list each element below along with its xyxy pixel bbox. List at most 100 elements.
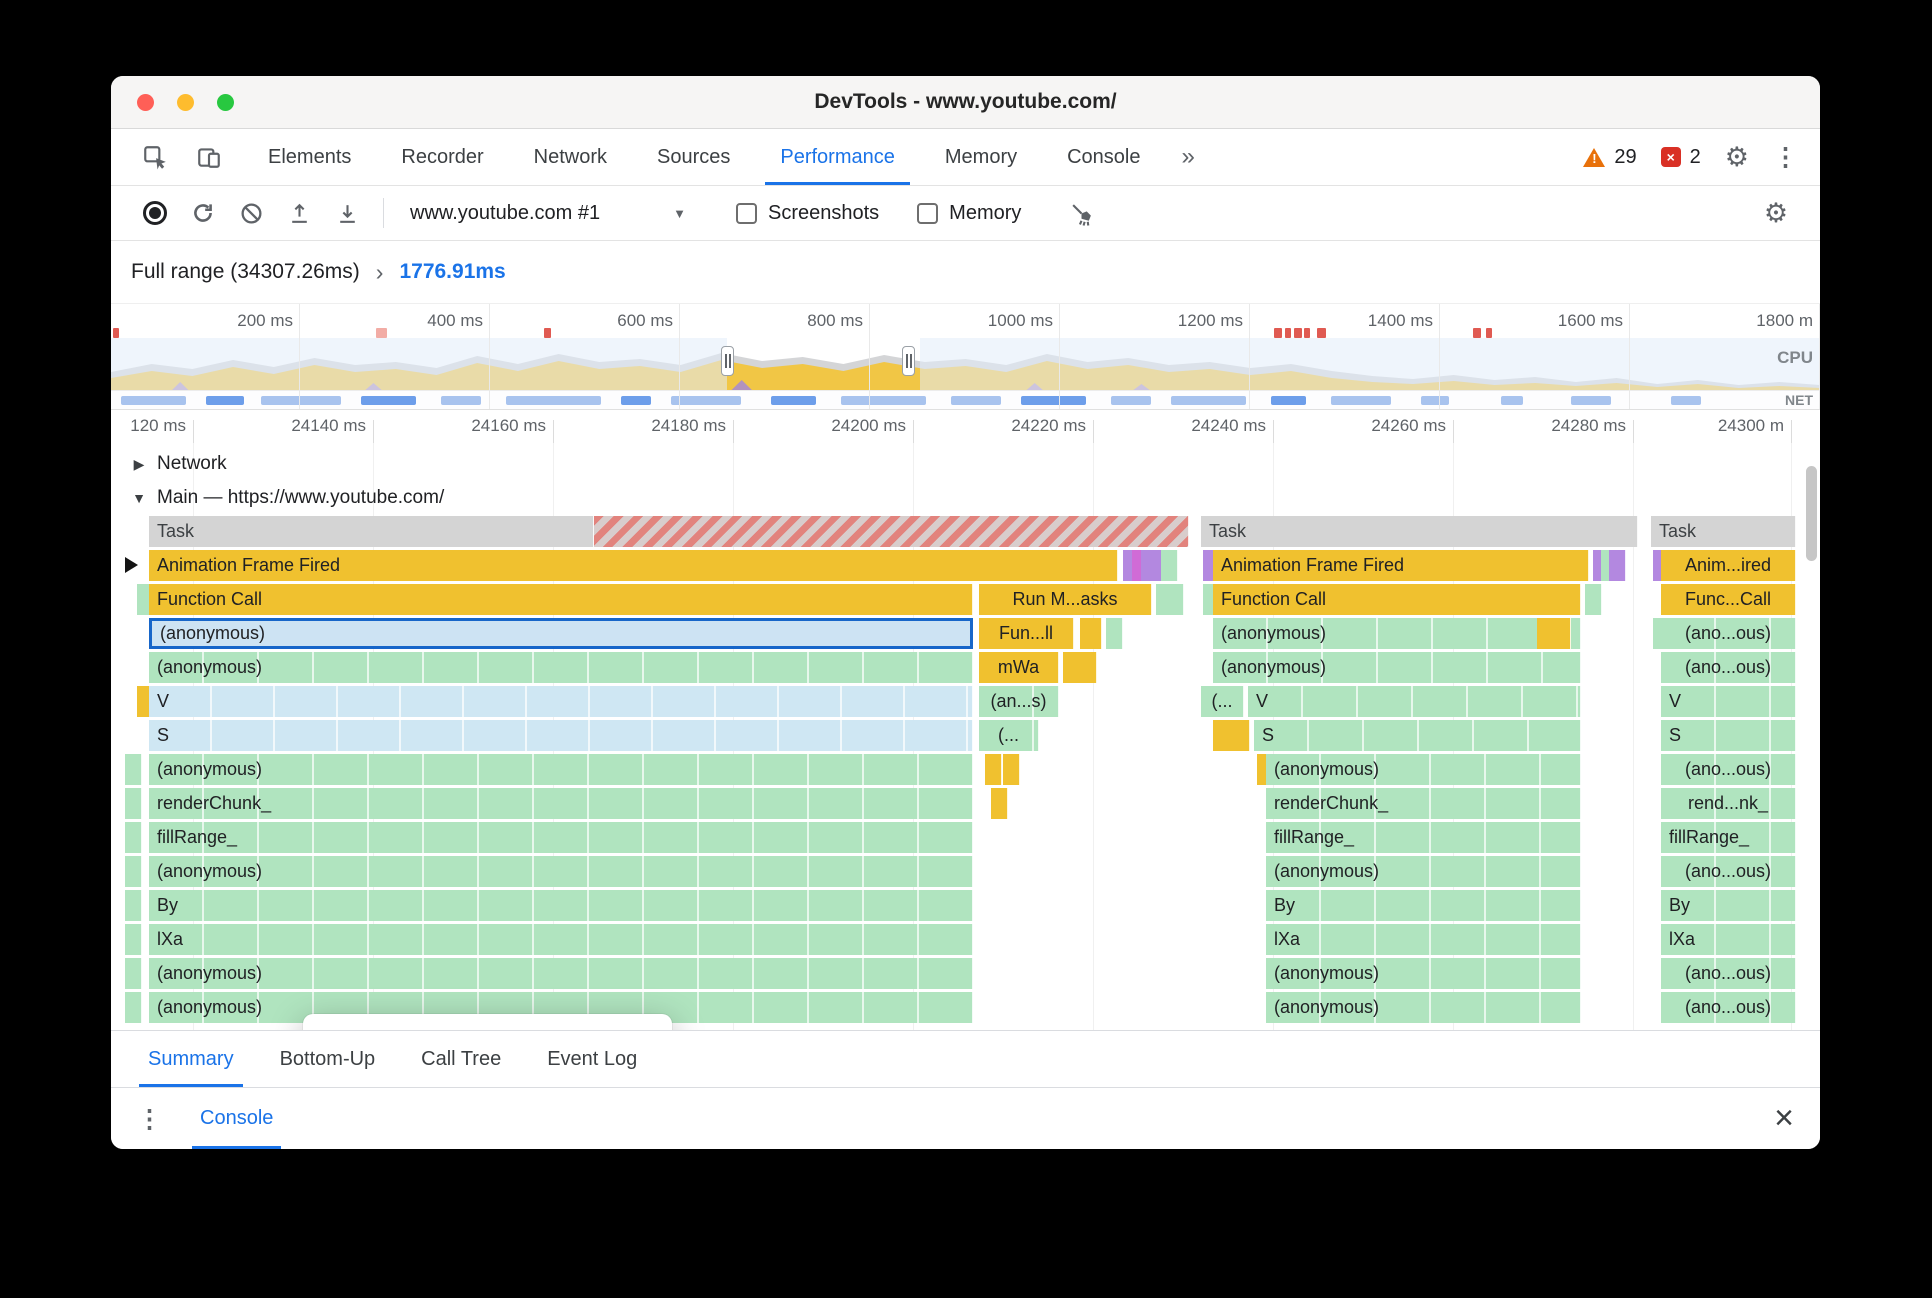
flame-segment-fillrange[interactable]: fillRange_ bbox=[1266, 822, 1581, 853]
more-tabs-icon[interactable]: » bbox=[1166, 129, 1211, 185]
flame-segment-anonymous[interactable]: (anonymous) bbox=[1213, 618, 1581, 649]
zoom-button[interactable] bbox=[217, 93, 234, 111]
flame-segment-anonymous[interactable]: (anonymous) bbox=[1213, 652, 1581, 683]
minimize-button[interactable] bbox=[177, 93, 194, 111]
flame-segment-anonymous[interactable]: (anonymous) bbox=[149, 856, 973, 887]
flame-segment[interactable] bbox=[1213, 720, 1250, 751]
flame-segment-lxa[interactable]: lXa bbox=[1661, 924, 1796, 955]
flame-segment-run-m-asks[interactable]: Run M...asks bbox=[979, 584, 1152, 615]
tab-recorder[interactable]: Recorder bbox=[376, 129, 508, 185]
flame-segment-anonymous[interactable]: (anonymous) bbox=[1266, 992, 1581, 1023]
menu-item-hide-function[interactable]: Hide functionH bbox=[303, 1028, 672, 1030]
main-track-header[interactable]: ▼ Main — https://www.youtube.com/ bbox=[123, 481, 444, 515]
flame-segment[interactable] bbox=[1167, 584, 1184, 615]
flame-segment[interactable] bbox=[125, 822, 142, 853]
panel-settings-button[interactable]: ⚙ bbox=[1754, 192, 1798, 234]
flame-segment-anonymous[interactable]: (anonymous) bbox=[149, 754, 973, 785]
tab-network[interactable]: Network bbox=[509, 129, 632, 185]
flame-segment-anonymous[interactable]: (anonymous) bbox=[149, 652, 973, 683]
flame-segment-item[interactable]: (... bbox=[979, 720, 1039, 751]
flame-segment[interactable] bbox=[1106, 618, 1123, 649]
vertical-scrollbar[interactable] bbox=[1806, 466, 1817, 561]
flame-segment-func-call[interactable]: Func...Call bbox=[1661, 584, 1796, 615]
flame-segment-fillrange[interactable]: fillRange_ bbox=[149, 822, 973, 853]
flame-segment[interactable] bbox=[1537, 618, 1571, 649]
flame-segment-ano-ous[interactable]: (ano...ous) bbox=[1661, 754, 1796, 785]
disclosure-expanded-icon[interactable]: ▼ bbox=[129, 490, 149, 506]
flamechart-viewport[interactable]: ▶ Network ▼ Main — https://www.youtube.c… bbox=[111, 443, 1820, 1030]
flame-segment-task[interactable]: Task bbox=[1201, 516, 1638, 547]
save-profile-button[interactable] bbox=[325, 192, 369, 234]
disclosure-collapsed-icon[interactable]: ▶ bbox=[129, 456, 149, 473]
flame-segment-v[interactable]: V bbox=[1661, 686, 1796, 717]
breadcrumb-selected-range[interactable]: 1776.91ms bbox=[399, 260, 505, 284]
flame-segment[interactable] bbox=[1585, 584, 1602, 615]
flame-segment[interactable] bbox=[125, 788, 142, 819]
flame-segment[interactable] bbox=[125, 856, 142, 887]
warnings-indicator[interactable]: 29 bbox=[1583, 146, 1637, 169]
settings-gear-icon[interactable]: ⚙ bbox=[1725, 143, 1749, 171]
flame-segment-anim-ired[interactable]: Anim...ired bbox=[1661, 550, 1796, 581]
flame-segment-ano-ous[interactable]: (ano...ous) bbox=[1661, 618, 1796, 649]
collect-garbage-button[interactable] bbox=[1059, 192, 1103, 234]
flame-segment-mwa[interactable]: mWa bbox=[979, 652, 1059, 683]
range-handle-left[interactable] bbox=[721, 346, 734, 376]
drawer-kebab-menu-icon[interactable]: ⋮ bbox=[137, 1088, 162, 1149]
load-profile-button[interactable] bbox=[277, 192, 321, 234]
detail-tab-summary[interactable]: Summary bbox=[125, 1031, 257, 1087]
screenshots-checkbox[interactable] bbox=[736, 202, 757, 224]
inspect-element-icon[interactable] bbox=[135, 137, 175, 177]
record-button[interactable] bbox=[133, 192, 177, 234]
flame-segment[interactable] bbox=[985, 754, 1002, 785]
flame-segment[interactable] bbox=[1063, 652, 1097, 683]
flame-segment[interactable] bbox=[1609, 550, 1626, 581]
flame-segment-ano-ous[interactable]: (ano...ous) bbox=[1661, 652, 1796, 683]
flame-segment[interactable] bbox=[125, 924, 142, 955]
kebab-menu-icon[interactable]: ⋮ bbox=[1773, 144, 1798, 170]
flame-segment[interactable] bbox=[1080, 618, 1102, 649]
clear-button[interactable] bbox=[229, 192, 273, 234]
flame-segment-anonymous[interactable]: (anonymous) bbox=[1266, 754, 1581, 785]
flame-segment-v[interactable]: V bbox=[149, 686, 973, 717]
close-button[interactable] bbox=[137, 93, 154, 111]
drawer-close-icon[interactable]: × bbox=[1774, 1088, 1794, 1149]
flame-segment-v[interactable]: V bbox=[1248, 686, 1581, 717]
flame-segment-rend-nk[interactable]: rend...nk_ bbox=[1661, 788, 1796, 819]
detail-tab-bottom-up[interactable]: Bottom-Up bbox=[257, 1031, 399, 1087]
flame-segment[interactable] bbox=[1003, 754, 1020, 785]
flame-segment-ano-ous[interactable]: (ano...ous) bbox=[1661, 992, 1796, 1023]
screenshots-toggle[interactable]: Screenshots bbox=[736, 202, 879, 225]
tab-memory[interactable]: Memory bbox=[920, 129, 1042, 185]
flame-segment-lxa[interactable]: lXa bbox=[1266, 924, 1581, 955]
tab-elements[interactable]: Elements bbox=[243, 129, 376, 185]
flame-segment-lxa[interactable]: lXa bbox=[149, 924, 973, 955]
reload-and-record-button[interactable] bbox=[181, 192, 225, 234]
detail-tab-call-tree[interactable]: Call Tree bbox=[398, 1031, 524, 1087]
errors-indicator[interactable]: × 2 bbox=[1660, 146, 1701, 169]
flame-segment-anonymous[interactable]: (anonymous) bbox=[1266, 856, 1581, 887]
drawer-tab-console[interactable]: Console bbox=[192, 1088, 282, 1149]
flame-segment-by[interactable]: By bbox=[1266, 890, 1581, 921]
flame-segment-function-call[interactable]: Function Call bbox=[1213, 584, 1581, 615]
flame-segment-s[interactable]: S bbox=[1661, 720, 1796, 751]
flame-segment-anonymous[interactable]: (anonymous) bbox=[1266, 958, 1581, 989]
flame-segment[interactable] bbox=[991, 788, 1008, 819]
device-toolbar-icon[interactable] bbox=[189, 137, 229, 177]
flame-segment-renderchunk[interactable]: renderChunk_ bbox=[1266, 788, 1581, 819]
history-select[interactable]: www.youtube.com #1 ▼ bbox=[398, 202, 698, 225]
flame-segment-fillrange[interactable]: fillRange_ bbox=[1661, 822, 1796, 853]
flame-segment-by[interactable]: By bbox=[149, 890, 973, 921]
tab-sources[interactable]: Sources bbox=[632, 129, 755, 185]
flame-segment-an-s[interactable]: (an...s) bbox=[979, 686, 1059, 717]
flame-segment[interactable] bbox=[594, 516, 1189, 547]
range-handle-right[interactable] bbox=[902, 346, 915, 376]
flame-segment-s[interactable]: S bbox=[1254, 720, 1581, 751]
flame-segment-anonymous[interactable]: (anonymous) bbox=[149, 618, 973, 649]
flame-segment-ano-ous[interactable]: (ano...ous) bbox=[1661, 958, 1796, 989]
flame-segment-animation-frame-fired[interactable]: Animation Frame Fired bbox=[1213, 550, 1589, 581]
flame-segment[interactable] bbox=[125, 890, 142, 921]
flame-segment-task[interactable]: Task bbox=[149, 516, 594, 547]
flame-segment[interactable] bbox=[125, 958, 142, 989]
flame-segment[interactable] bbox=[1161, 550, 1178, 581]
tab-console[interactable]: Console bbox=[1042, 129, 1165, 185]
